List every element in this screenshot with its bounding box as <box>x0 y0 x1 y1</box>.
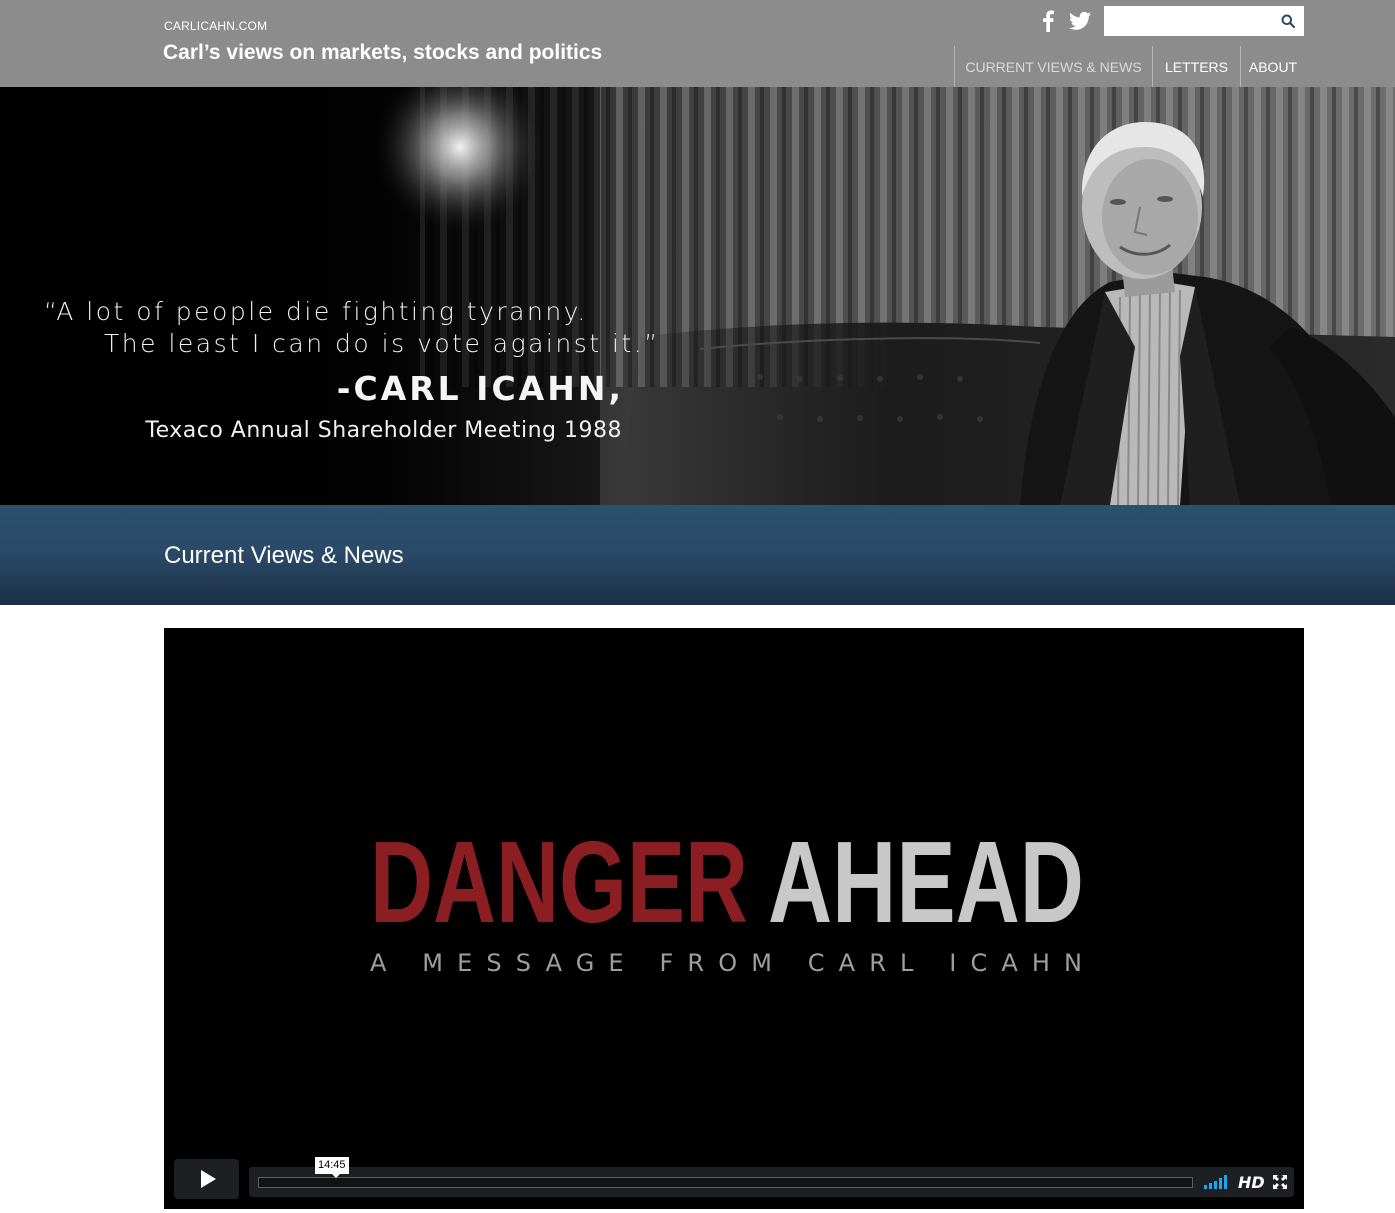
section-header-bar: Current Views & News <box>0 505 1395 605</box>
nav-about[interactable]: ABOUT <box>1240 46 1305 87</box>
play-icon <box>201 1170 216 1188</box>
video-title-red: DANGER <box>370 817 748 947</box>
video-controls: 14:45 HD <box>174 1157 1294 1199</box>
hd-toggle[interactable]: HD <box>1238 1173 1265 1192</box>
site-header: CARLICAHN.COM Carl’s views on markets, s… <box>0 0 1395 87</box>
video-title-card: DANGER AHEAD A MESSAGE FROM CARL ICAHN <box>370 817 1084 977</box>
video-title-gray: AHEAD <box>768 817 1084 947</box>
search-input[interactable] <box>1104 6 1274 36</box>
hero-event: Texaco Annual Shareholder Meeting 1988 <box>145 418 622 443</box>
search-box <box>1104 6 1304 36</box>
main-nav: CURRENT VIEWS & NEWS LETTERS ABOUT <box>954 46 1305 87</box>
control-bar: 14:45 HD <box>249 1157 1294 1197</box>
video-subtitle: A MESSAGE FROM CARL ICAHN <box>370 949 1082 977</box>
hero-banner: “A lot of people die fighting tyranny. T… <box>0 87 1395 505</box>
duration-badge: 14:45 <box>315 1157 349 1178</box>
nav-current-views-news[interactable]: CURRENT VIEWS & NEWS <box>954 46 1152 87</box>
play-button[interactable] <box>174 1159 239 1199</box>
hero-quote-line1: “A lot of people die fighting tyranny. <box>44 297 588 326</box>
site-url[interactable]: CARLICAHN.COM <box>164 19 267 33</box>
volume-icon[interactable] <box>1204 1175 1228 1189</box>
site-tagline: Carl’s views on markets, stocks and poli… <box>163 41 603 64</box>
search-icon[interactable] <box>1281 14 1295 28</box>
section-title: Current Views & News <box>164 542 404 569</box>
nav-letters[interactable]: LETTERS <box>1152 46 1240 87</box>
video-player[interactable]: DANGER AHEAD A MESSAGE FROM CARL ICAHN 1… <box>164 628 1304 1209</box>
hero-quote-line2: The least I can do is vote against it.” <box>104 329 660 358</box>
twitter-icon[interactable] <box>1069 11 1091 31</box>
fullscreen-icon[interactable] <box>1273 1175 1287 1189</box>
progress-bar[interactable] <box>258 1177 1193 1188</box>
hero-author: -CARL ICAHN, <box>336 369 624 408</box>
facebook-icon[interactable] <box>1041 10 1055 32</box>
